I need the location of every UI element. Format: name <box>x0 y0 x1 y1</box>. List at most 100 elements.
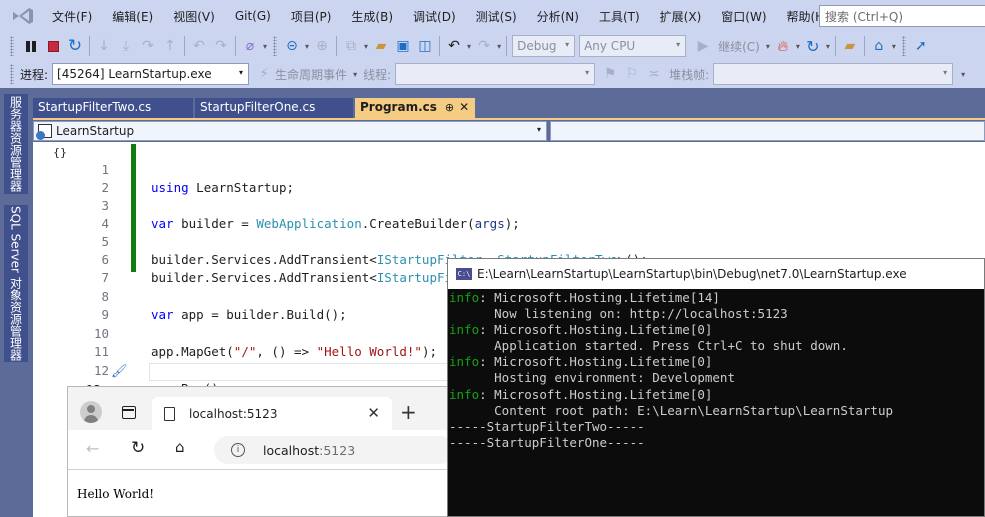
sql-server-object-explorer-tab[interactable]: SQL Server 对象资源管理器 <box>4 205 28 362</box>
navigation-bar: LearnStartup ▾ <box>33 120 985 142</box>
toolbar-grip[interactable] <box>273 36 278 56</box>
find-in-files-button[interactable]: ▰ <box>839 35 861 57</box>
document-tab-bar: StartupFilterTwo.cs StartupFilterOne.cs … <box>33 92 985 120</box>
redo-icon: ↷ <box>215 38 227 54</box>
dropdown-arrow-icon[interactable]: ▾ <box>497 42 501 51</box>
dropdown-arrow-icon[interactable]: ▾ <box>263 42 267 51</box>
show-only-flagged-button[interactable]: ≍ <box>643 63 665 85</box>
new-tab-icon[interactable]: + <box>400 400 417 424</box>
dropdown-arrow-icon[interactable]: ▾ <box>892 42 896 51</box>
tab-actions-icon[interactable] <box>122 406 136 419</box>
navigate-back-button[interactable]: ⊝ <box>281 35 303 57</box>
back-arrow-icon[interactable]: ← <box>86 439 99 458</box>
toolbar-grip[interactable] <box>901 36 906 56</box>
browser-window: localhost:5123 ✕ + ← ↻ ⌂ i localhost:512… <box>67 386 454 517</box>
console-line: Now listening on: http://localhost:5123 <box>449 306 984 322</box>
console-title-bar[interactable]: C:\ E:\Learn\LearnStartup\LearnStartup\b… <box>448 259 984 289</box>
project-select[interactable]: LearnStartup ▾ <box>33 121 547 141</box>
redo-button[interactable]: ↷ <box>473 35 495 57</box>
thread-select[interactable]: ▾ <box>395 63 596 85</box>
stop-button[interactable] <box>42 35 64 57</box>
menu-analyze[interactable]: 分析(N) <box>527 8 589 25</box>
window-layout-button[interactable]: ⌂ <box>868 35 890 57</box>
log-level-tag: info <box>449 290 480 305</box>
undo-disabled-button[interactable]: ↶ <box>188 35 210 57</box>
show-next-statement-button[interactable]: ↓ <box>93 35 115 57</box>
menu-git[interactable]: Git(G) <box>225 9 281 23</box>
select-element-button[interactable]: ➚ <box>910 35 932 57</box>
code-line: 2 <box>33 161 985 195</box>
menu-tools[interactable]: 工具(T) <box>589 8 650 25</box>
url-input[interactable]: i localhost:5123 <box>214 436 454 464</box>
save-button[interactable]: ▣ <box>392 35 414 57</box>
search-input[interactable]: 搜索 (Ctrl+Q) <box>819 5 985 27</box>
platform-select[interactable]: Any CPU ▾ <box>579 35 687 57</box>
toolbar-grip[interactable] <box>10 64 14 84</box>
refresh-button[interactable]: ↻ <box>802 35 824 57</box>
console-line-text: Hosting environment: Development <box>449 370 735 386</box>
step-over-button[interactable]: ↷ <box>137 35 159 57</box>
console-title: E:\Learn\LearnStartup\LearnStartup\bin\D… <box>477 267 907 281</box>
menu-edit[interactable]: 编辑(E) <box>102 8 163 25</box>
menu-test[interactable]: 测试(S) <box>466 8 527 25</box>
code-line: 1 using LearnStartup; <box>33 143 985 195</box>
thread-label: 线程: <box>363 67 392 82</box>
dropdown-arrow-icon[interactable]: ▾ <box>766 42 770 51</box>
close-icon[interactable]: ✕ <box>459 100 469 114</box>
lifecycle-events-label[interactable]: 生命周期事件 <box>275 66 347 83</box>
dropdown-arrow-icon[interactable]: ▾ <box>305 42 309 51</box>
new-item-button[interactable]: ⧉ <box>340 35 362 57</box>
tab-startupfiltertwo[interactable]: StartupFilterTwo.cs <box>33 98 193 118</box>
restart-button[interactable]: ↻ <box>64 35 86 57</box>
process-select[interactable]: [45264] LearnStartup.exe ▾ <box>52 63 250 85</box>
dropdown-arrow-icon[interactable]: ▾ <box>796 42 800 51</box>
menu-project[interactable]: 项目(P) <box>281 8 342 25</box>
tab-program[interactable]: Program.cs ⊕ ✕ <box>355 98 475 118</box>
menu-debug[interactable]: 调试(D) <box>403 8 466 25</box>
configuration-select[interactable]: Debug ▾ <box>512 35 576 57</box>
close-tab-icon[interactable]: ✕ <box>367 404 380 422</box>
open-folder-button[interactable]: ▰ <box>370 35 392 57</box>
console-output[interactable]: info: Microsoft.Hosting.Lifetime[14] Now… <box>448 289 984 451</box>
navigate-forward-button[interactable]: ⊕ <box>311 35 333 57</box>
undo-button[interactable]: ↶ <box>443 35 465 57</box>
pin-icon[interactable]: ⊕ <box>445 101 454 114</box>
toolbar-overflow-icon[interactable]: ▾ <box>961 70 965 79</box>
console-line: info: Microsoft.Hosting.Lifetime[14] <box>449 290 984 306</box>
menu-build[interactable]: 生成(B) <box>341 8 403 25</box>
menu-window[interactable]: 窗口(W) <box>711 8 776 25</box>
reload-icon[interactable]: ↻ <box>131 438 145 458</box>
toolbar-grip[interactable] <box>10 36 14 56</box>
save-all-button[interactable]: ◫ <box>414 35 436 57</box>
menu-file[interactable]: 文件(F) <box>42 8 102 25</box>
redo-disabled-button[interactable]: ↷ <box>210 35 232 57</box>
toggle-flag-button[interactable]: ⚑ <box>599 63 621 85</box>
member-select[interactable] <box>550 121 985 141</box>
show-threads-button[interactable]: ⌀ <box>239 35 261 57</box>
code-line: 6 builder.Services.AddTransient<IStartup… <box>33 233 985 285</box>
console-line-text: : Microsoft.Hosting.Lifetime[0] <box>479 322 713 338</box>
home-icon[interactable]: ⌂ <box>175 438 185 456</box>
dropdown-arrow-icon[interactable]: ▾ <box>467 42 471 51</box>
step-into-button[interactable]: ⤓ <box>115 35 137 57</box>
browser-tab[interactable]: localhost:5123 ✕ <box>152 397 392 430</box>
dropdown-arrow-icon[interactable]: ▾ <box>826 42 830 51</box>
server-explorer-tab[interactable]: 服务器资源管理器 <box>4 94 28 194</box>
continue-button[interactable]: 继续(C) <box>718 38 760 55</box>
menu-view[interactable]: 视图(V) <box>163 8 225 25</box>
stackframe-select[interactable]: ▾ <box>713 63 954 85</box>
tab-startupfilterone[interactable]: StartupFilterOne.cs <box>195 98 353 118</box>
process-label: 进程: <box>20 67 49 82</box>
site-info-icon[interactable]: i <box>231 443 245 457</box>
process-value: [45264] LearnStartup.exe <box>57 67 212 81</box>
pause-button[interactable] <box>20 35 42 57</box>
step-out-button[interactable]: ↑ <box>159 35 181 57</box>
flag-all-threads-button[interactable]: ⚐ <box>621 63 643 85</box>
lifecycle-events-button[interactable]: ⚡ <box>253 63 275 85</box>
profile-avatar-icon[interactable] <box>80 401 102 423</box>
continue-play-button[interactable]: ▶ <box>692 35 714 57</box>
dropdown-arrow-icon[interactable]: ▾ <box>353 70 357 79</box>
hot-reload-button[interactable]: 🔥︎ <box>772 35 794 57</box>
menu-extensions[interactable]: 扩展(X) <box>650 8 712 25</box>
dropdown-arrow-icon[interactable]: ▾ <box>364 42 368 51</box>
